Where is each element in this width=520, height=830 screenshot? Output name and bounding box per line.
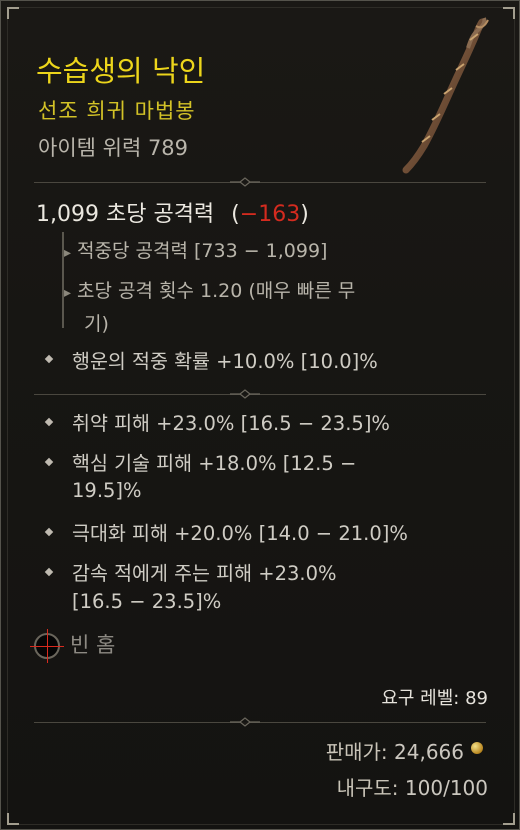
dps-line: 1,099 초당 공격력 (−163) (36, 196, 309, 228)
sell-price: 판매가: 24,666 (326, 736, 464, 765)
divider-ornament (230, 717, 260, 727)
attack-speed-line: ▸ 초당 공격 횟수 1.20 (매우 빠른 무 (64, 276, 355, 303)
attack-speed-text: 초당 공격 횟수 1.20 (매우 빠른 무 (77, 280, 356, 302)
sell-value: 24,666 (394, 740, 464, 764)
corner-ornament (7, 7, 19, 19)
lucky-hit-stat: 행운의 적중 확률 +10.0% [10.0]% (72, 350, 378, 373)
divider-ornament (230, 389, 260, 399)
corner-ornament (7, 813, 19, 825)
per-hit-text: 적중당 공격력 [733 − 1,099] (77, 240, 328, 262)
attack-speed-line-2: 기) (84, 313, 109, 335)
section-divider (34, 182, 486, 183)
item-type: 선조 희귀 마법봉 (38, 99, 196, 123)
arrow-right-icon: ▸ (64, 245, 72, 261)
divider-ornament (230, 177, 260, 187)
dps-paren-close: ) (300, 202, 309, 227)
item-name: 수습생의 낙인 (36, 54, 206, 88)
durability-label: 내구도: (336, 776, 399, 800)
empty-socket-icon (30, 629, 64, 663)
per-hit-line: ▸ 적중당 공격력 [733 − 1,099] (64, 236, 327, 263)
sell-label: 판매가: (325, 740, 388, 764)
gold-coin-icon (471, 742, 483, 754)
section-divider (34, 722, 486, 723)
socket-label: 빈 홈 (70, 633, 116, 657)
section-divider (34, 394, 486, 395)
corner-ornament (503, 813, 515, 825)
durability: 내구도: 100/100 (337, 772, 488, 801)
affix-overpower-damage: 극대화 피해 +20.0% [14.0 − 21.0]% (72, 522, 408, 545)
item-power: 아이템 위력 789 (38, 136, 189, 160)
dps-diff: −163 (239, 202, 301, 227)
affix-slowed-damage-line-2: [16.5 − 23.5]% (72, 590, 222, 613)
affix-core-skill-damage: 핵심 기술 피해 +18.0% [12.5 − (72, 452, 357, 475)
affix-core-skill-damage-line-2: 19.5]% (72, 479, 142, 502)
affix-vulnerable-damage: 취약 피해 +23.0% [16.5 − 23.5]% (72, 412, 390, 435)
corner-ornament (503, 7, 515, 19)
affix-slowed-damage: 감속 적에게 주는 피해 +23.0% (72, 562, 337, 585)
dps-paren-open: ( (231, 202, 240, 227)
wand-image (402, 17, 489, 174)
required-level: 요구 레벨: 89 (381, 688, 488, 709)
dps-value: 1,099 초당 공격력 (36, 202, 215, 227)
durability-value: 100/100 (404, 776, 488, 800)
arrow-right-icon: ▸ (64, 285, 72, 301)
